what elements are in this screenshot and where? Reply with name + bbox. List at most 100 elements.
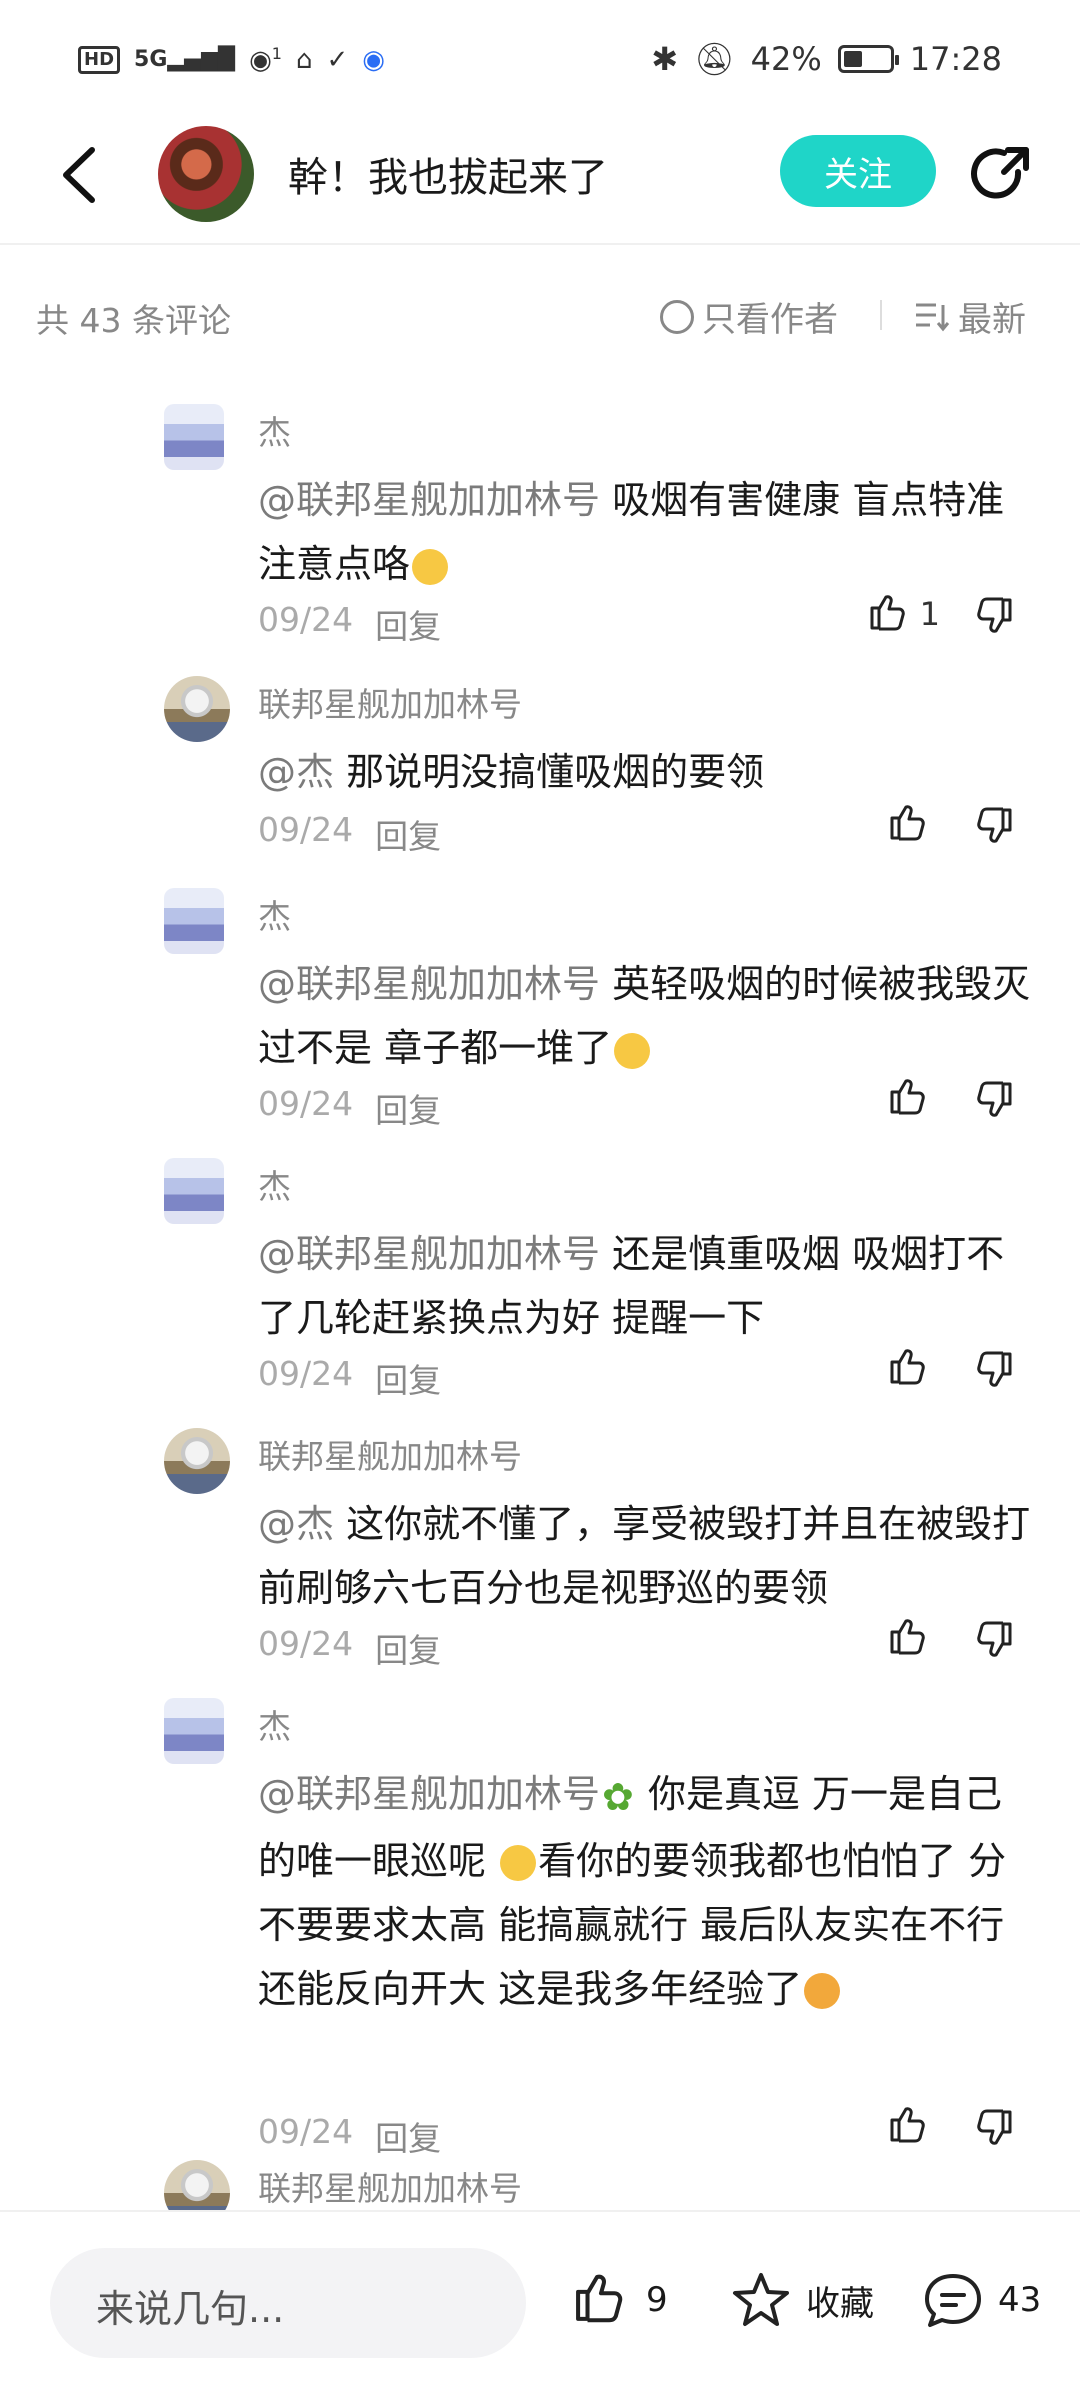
thumbs-up-icon	[890, 1079, 925, 1115]
commenter-avatar[interactable]	[164, 1158, 224, 1224]
comment-date: 09/24	[258, 1084, 354, 1123]
comment-body: 这你就不懂了，享受被毁打并且在被毁打前刷够六七百分也是视野巡的要领	[258, 1502, 1031, 1610]
sort-toggle[interactable]: 最新	[914, 292, 1026, 341]
leaf-emoji-icon: ✿	[602, 1774, 634, 1819]
commenter-avatar[interactable]	[164, 888, 224, 954]
commenter-avatar[interactable]	[164, 1698, 224, 1764]
post-like-count: 9	[646, 2280, 668, 2320]
reply-button[interactable]: 回复	[375, 1084, 441, 1132]
comment-total: 43	[998, 2280, 1042, 2320]
tv-app-icon: ⌂	[295, 44, 313, 75]
commenter-name[interactable]: 杰	[258, 1700, 291, 1748]
dislike-button[interactable]	[970, 2104, 1030, 2148]
comment-date: 09/24	[258, 1354, 354, 1393]
hotspot-icon: ◉1	[249, 44, 282, 76]
commenter-name[interactable]: 联邦星舰加加林号	[258, 678, 522, 726]
battery-percent: 42%	[750, 40, 822, 78]
follow-button[interactable]: 关注	[780, 135, 936, 207]
thumbs-up-icon	[890, 1619, 925, 1655]
thumbs-down-icon	[977, 807, 1012, 843]
commenter-name[interactable]: 杰	[258, 890, 291, 938]
comment-text: @联邦星舰加加林号 吸烟有害健康 盲点特准 注意点咯	[258, 468, 1038, 596]
comment-bubble-icon	[925, 2274, 981, 2327]
grin-emoji-icon	[804, 1973, 841, 2009]
like-button[interactable]	[850, 802, 970, 846]
like-button[interactable]	[850, 1076, 970, 1120]
mention-link[interactable]: @联邦星舰加加林号	[258, 1772, 600, 1816]
comment-input[interactable]: 来说几句...	[50, 2248, 526, 2358]
reply-button[interactable]: 回复	[375, 1624, 441, 1672]
mention-link[interactable]: @杰	[258, 750, 334, 794]
comment-input-placeholder: 来说几句...	[96, 2287, 285, 2331]
mention-link[interactable]: @联邦星舰加加林号	[258, 478, 600, 522]
like-button[interactable]: 1	[850, 592, 970, 636]
comment-text: @杰 这你就不懂了，享受被毁打并且在被毁打前刷够六七百分也是视野巡的要领	[258, 1492, 1038, 1620]
share-icon[interactable]	[968, 142, 1034, 208]
like-button[interactable]	[850, 1616, 970, 1660]
commenter-avatar[interactable]	[164, 676, 230, 742]
smile-emoji-icon	[500, 1845, 537, 1881]
thumbs-up-icon	[870, 595, 905, 631]
reply-button[interactable]: 回复	[375, 2112, 441, 2160]
reply-button[interactable]: 回复	[375, 600, 441, 648]
comment-date: 09/24	[258, 600, 354, 639]
like-button[interactable]	[850, 2104, 970, 2148]
comment-text: @联邦星舰加加林号 英轻吸烟的时候被我毁灭过不是 章子都一堆了	[258, 952, 1038, 1080]
comment-body: 那说明没搞懂吸烟的要领	[334, 750, 765, 794]
post-like-button[interactable]: 9	[570, 2270, 668, 2330]
commenter-avatar[interactable]	[164, 1428, 230, 1494]
author-only-toggle[interactable]: 只看作者	[660, 292, 838, 341]
post-header: 幹！我也拔起来了 关注	[0, 110, 1080, 245]
star-icon	[733, 2273, 789, 2326]
comment-text: @联邦星舰加加林号 还是慎重吸烟 吸烟打不了几轮赶紧换点为好 提醒一下	[258, 1222, 1038, 1350]
smile-emoji-icon	[614, 1032, 651, 1069]
dislike-button[interactable]	[970, 802, 1030, 846]
comment-actions: 1	[850, 592, 1030, 636]
comment-meta: 09/24 回复	[258, 1084, 441, 1132]
dislike-button[interactable]	[970, 1346, 1030, 1390]
commenter-name[interactable]: 杰	[258, 1160, 291, 1208]
thumbs-down-icon	[977, 1081, 1012, 1117]
comment-actions	[850, 1616, 1030, 1660]
comment-meta: 09/24 回复	[258, 600, 441, 648]
bottom-action-bar: 来说几句... 9 收藏 43	[0, 2210, 1080, 2388]
commenter-avatar[interactable]	[164, 404, 224, 470]
thumbs-down-icon	[977, 2109, 1012, 2145]
comment-meta: 09/24 回复	[258, 810, 441, 858]
like-button[interactable]	[850, 1346, 970, 1390]
author-avatar[interactable]	[158, 126, 254, 222]
signal-icon: 5G▂▄▆█	[134, 47, 236, 73]
clock: 17:28	[909, 40, 1002, 78]
favorite-button[interactable]: 收藏	[730, 2270, 874, 2330]
mention-link[interactable]: @联邦星舰加加林号	[258, 962, 600, 1006]
commenter-name[interactable]: 联邦星舰加加林号	[258, 1430, 522, 1478]
dislike-button[interactable]	[970, 1616, 1030, 1660]
post-title: 幹！我也拔起来了	[288, 155, 608, 201]
comment-actions	[850, 802, 1030, 846]
comments-button[interactable]: 43	[922, 2270, 1041, 2330]
commenter-name[interactable]: 联邦星舰加加林号	[258, 2162, 522, 2210]
mention-link[interactable]: @联邦星舰加加林号	[258, 1232, 600, 1276]
comment-actions	[850, 2104, 1030, 2148]
dislike-button[interactable]	[970, 592, 1030, 636]
thumbs-down-icon	[977, 1621, 1012, 1657]
divider	[880, 300, 882, 330]
battery-fill	[843, 51, 862, 67]
commenter-name[interactable]: 杰	[258, 406, 291, 454]
bluetooth-icon: ✱	[651, 40, 679, 78]
hd-badge: HD	[78, 45, 121, 74]
mute-icon: 🔕︎	[694, 40, 735, 78]
comment-date: 09/24	[258, 810, 354, 849]
back-arrow-icon[interactable]	[56, 140, 106, 210]
comment-count-label: 共 43 条评论	[36, 301, 231, 340]
reply-button[interactable]: 回复	[375, 1354, 441, 1402]
thumbs-down-icon	[977, 1351, 1012, 1387]
comment-filter-bar: 共 43 条评论 只看作者 最新	[0, 280, 1080, 350]
sort-label: 最新	[958, 300, 1026, 340]
network-type-label: 5G	[134, 47, 168, 73]
reply-button[interactable]: 回复	[375, 810, 441, 858]
dislike-button[interactable]	[970, 1076, 1030, 1120]
app-notification-icon: ✓	[326, 44, 349, 75]
hotspot-count: 1	[271, 44, 282, 63]
mention-link[interactable]: @杰	[258, 1502, 334, 1546]
